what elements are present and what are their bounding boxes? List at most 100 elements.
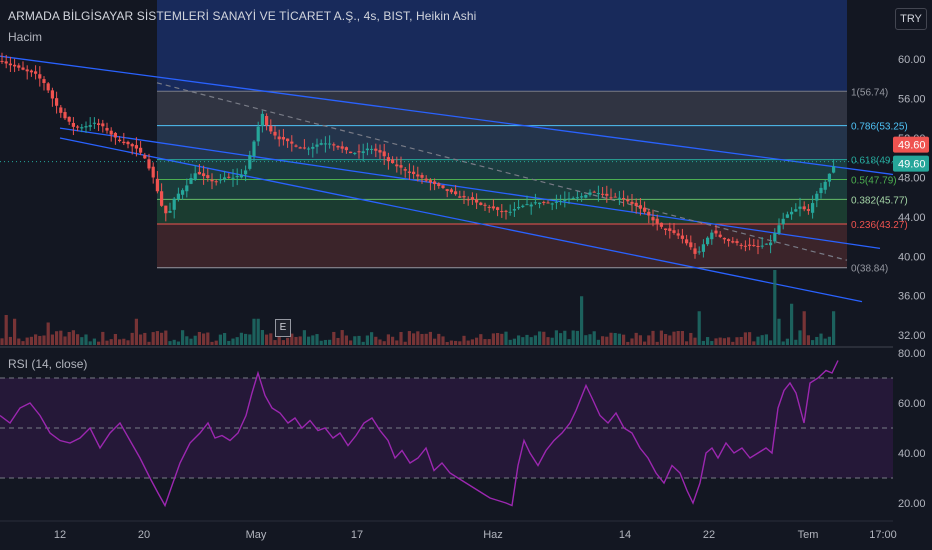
volume-bar [206, 332, 210, 345]
volume-bar [340, 330, 344, 345]
volume-bar [470, 339, 474, 345]
candle-body [815, 193, 819, 201]
volume-bar [164, 330, 168, 345]
volume-bar [281, 340, 285, 345]
candle-body [773, 233, 777, 242]
volume-bar [286, 337, 290, 345]
volume-bar [680, 330, 684, 345]
volume-bar [227, 340, 231, 345]
volume-bar [706, 337, 710, 345]
volume-bar [710, 341, 714, 345]
fib-level-label: 0.5(47.79) [851, 175, 897, 186]
candle-body [722, 237, 726, 240]
volume-bar [512, 338, 516, 345]
volume-bar [197, 331, 201, 345]
volume-bar [496, 332, 500, 345]
volume-bar [617, 333, 621, 345]
volume-bar [302, 330, 306, 345]
candle-body [214, 181, 218, 183]
candle-body [273, 131, 277, 136]
candle-body [197, 171, 201, 175]
volume-bar [67, 332, 71, 345]
volume-bar [651, 330, 655, 345]
volume-label: Hacim [8, 30, 43, 44]
volume-bar [378, 339, 382, 345]
candle-body [634, 202, 638, 207]
volume-bar [638, 335, 642, 345]
earnings-badge[interactable]: E [275, 319, 291, 337]
candle-body [626, 199, 630, 202]
candle-body [168, 210, 172, 213]
volume-bar [462, 335, 466, 345]
volume-bar [181, 330, 185, 345]
candle-body [584, 194, 588, 198]
candle-body [59, 107, 63, 113]
volume-bar [487, 339, 491, 345]
volume-bar [248, 334, 252, 345]
candle-body [386, 157, 390, 162]
candle-body [134, 145, 138, 149]
candle-body [680, 235, 684, 239]
volume-bar [508, 339, 512, 345]
candle-body [466, 199, 470, 201]
candle-body [613, 196, 617, 198]
price-tick-label: 48.00 [898, 172, 926, 184]
candle-body [269, 125, 273, 132]
candle-body [508, 211, 512, 213]
candle-body [76, 126, 80, 128]
candle-body [643, 207, 647, 212]
candle-body [617, 197, 621, 199]
volume-bar [92, 338, 96, 345]
candle-body [420, 175, 424, 178]
candle-body [605, 193, 609, 196]
time-tick-label: 14 [619, 529, 631, 541]
volume-bar [8, 336, 12, 345]
candle-body [546, 202, 550, 204]
volume-bar [550, 337, 554, 345]
volume-bar [676, 331, 680, 345]
volume-bar [441, 336, 445, 345]
volume-bar [760, 335, 764, 345]
volume-bar [701, 340, 705, 345]
candle-body [403, 169, 407, 171]
candle-body [311, 146, 315, 149]
volume-bar [386, 334, 390, 345]
candle-body [735, 241, 739, 243]
candle-body [823, 181, 827, 190]
currency-button[interactable]: TRY [895, 8, 927, 30]
volume-bar [449, 340, 453, 345]
candle-body [727, 239, 731, 242]
symbol-title: ARMADA BİLGİSAYAR SİSTEMLERİ SANAYİ VE T… [8, 9, 477, 23]
volume-bar [584, 335, 588, 345]
candle-body [8, 63, 12, 66]
chart-canvas[interactable]: 1(56.74)0.786(53.25)0.618(49.81)0.5(47.7… [0, 0, 932, 550]
candle-body [80, 127, 84, 129]
volume-bar [130, 332, 134, 345]
candle-body [113, 132, 117, 138]
candle-body [244, 170, 248, 175]
volume-bar [643, 341, 647, 345]
volume-bar [722, 338, 726, 345]
candle-body [361, 151, 365, 154]
candle-body [706, 237, 710, 245]
candle-body [517, 206, 521, 209]
candle-body [714, 230, 718, 234]
candle-body [512, 209, 516, 211]
volume-bar [727, 337, 731, 345]
volume-bar [223, 333, 227, 345]
volume-bar [714, 338, 718, 345]
candle-body [281, 137, 285, 140]
candle-body [500, 211, 504, 213]
volume-bar [542, 331, 546, 345]
candle-body [365, 148, 369, 151]
candle-body [769, 242, 773, 246]
volume-bar [424, 333, 428, 345]
candle-body [382, 151, 386, 157]
volume-bar [437, 333, 441, 345]
volume-bar [647, 335, 651, 345]
volume-bar [655, 341, 659, 345]
candle-body [475, 199, 479, 203]
time-tick-label: Haz [483, 529, 503, 541]
candle-body [407, 171, 411, 173]
volume-bar [134, 318, 138, 345]
